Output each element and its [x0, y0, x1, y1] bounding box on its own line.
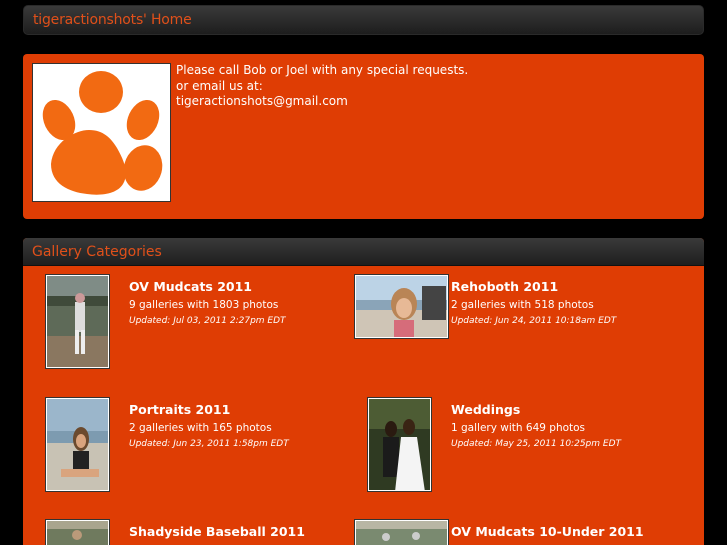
category-thumbnail[interactable] [46, 398, 109, 491]
category-title[interactable]: OV Mudcats 2011 [129, 279, 252, 294]
category-title[interactable]: Shadyside Baseball 2011 [129, 524, 305, 539]
baseball-photo-icon [47, 521, 108, 545]
gallery-header: Gallery Categories [23, 238, 704, 266]
category-thumbnail[interactable] [368, 398, 431, 491]
category-count: 1 gallery with 649 photos [451, 422, 586, 434]
category-updated: Updated: Jun 24, 2011 10:18am EDT [451, 316, 617, 326]
category-thumbnail[interactable] [46, 520, 109, 545]
beach-portrait-photo-icon [47, 399, 108, 490]
category-thumbnail[interactable] [46, 275, 109, 368]
beach-child-photo-icon [356, 276, 447, 337]
baseball-player-photo-icon [47, 276, 108, 367]
category-updated: Updated: Jul 03, 2011 2:27pm EDT [129, 316, 286, 326]
paw-icon [42, 71, 163, 195]
gallery-categories-title: Gallery Categories [32, 244, 162, 260]
category-thumbnail[interactable] [355, 520, 448, 545]
site-header: tigeractionshots' Home [23, 5, 704, 35]
category-count: 2 galleries with 165 photos [129, 422, 272, 434]
category-updated: Updated: May 25, 2011 10:25pm EDT [451, 439, 621, 449]
contact-line-2: or email us at: [176, 78, 263, 93]
category-count: 9 galleries with 1803 photos [129, 299, 279, 311]
contact-email[interactable]: tigeractionshots@gmail.com [176, 94, 468, 110]
tiger-paw-logo [32, 63, 171, 202]
contact-panel: Please call Bob or Joel with any special… [23, 54, 704, 219]
category-count: 2 galleries with 518 photos [451, 299, 594, 311]
category-updated: Updated: Jun 23, 2011 1:58pm EDT [129, 439, 289, 449]
category-title[interactable]: OV Mudcats 10-Under 2011 [451, 524, 644, 539]
page: tigeractionshots' Home Please call Bob o… [0, 0, 727, 545]
contact-text: Please call Bob or Joel with any special… [176, 63, 468, 110]
gallery-categories-panel: Gallery Categories OV Mudcats 2011 9 gal… [23, 238, 704, 545]
category-title[interactable]: Weddings [451, 402, 520, 417]
category-thumbnail[interactable] [355, 275, 448, 338]
category-title[interactable]: Rehoboth 2011 [451, 279, 558, 294]
site-title[interactable]: tigeractionshots' Home [33, 12, 192, 28]
contact-line-1: Please call Bob or Joel with any special… [176, 63, 469, 77]
category-title[interactable]: Portraits 2011 [129, 402, 230, 417]
wedding-photo-icon [369, 399, 430, 490]
youth-baseball-photo-icon [356, 521, 447, 545]
